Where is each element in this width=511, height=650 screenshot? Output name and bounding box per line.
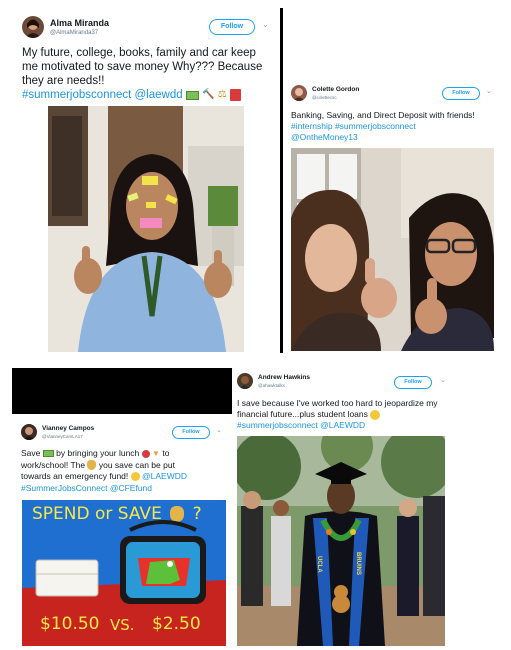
chevron-down-icon[interactable]: ⌄ xyxy=(216,426,222,434)
tweet-body: to xyxy=(162,448,170,458)
follow-button[interactable]: Follow xyxy=(172,426,210,439)
user-name[interactable]: Andrew Hawkins xyxy=(258,374,310,381)
tweet-text: Banking, Saving, and Direct Deposit with… xyxy=(291,110,501,143)
price-left: $10.50 xyxy=(40,614,100,634)
hammer-icon: 🔨 xyxy=(202,89,215,100)
tweet-body: I save because I've worked too hard to j… xyxy=(237,398,438,419)
money-emoji-icon xyxy=(42,450,54,458)
pizza-icon: ▼ xyxy=(152,449,160,458)
black-block xyxy=(12,368,232,414)
chevron-down-icon[interactable]: ⌄ xyxy=(486,87,492,95)
tweet-card-vianney: Vianney Campos @VianneyCamLA17 Follow ⌄ … xyxy=(12,414,234,650)
tweet-body: work/school! The xyxy=(21,459,86,470)
user-name[interactable]: Alma Miranda xyxy=(50,18,109,28)
price-vs: VS. xyxy=(110,616,135,634)
user-handle[interactable]: @VianneyCamLA17 xyxy=(42,434,83,439)
mention-link[interactable]: @LAEWDD xyxy=(142,471,187,481)
tweet-photo[interactable]: SPEND or SAVE ? $10.50 VS. $2.50 xyxy=(22,500,226,646)
avatar[interactable] xyxy=(21,424,37,440)
money-bag-icon xyxy=(87,460,97,471)
tweet-body: Save xyxy=(21,448,41,458)
tweet-text: Save by bringing your lunch ▼ to work/sc… xyxy=(21,448,231,494)
chevron-down-icon[interactable]: ⌄ xyxy=(440,376,446,384)
tweet-photo[interactable] xyxy=(48,106,244,352)
tweet-text: I save because I've worked too hard to j… xyxy=(237,398,449,431)
hashtag-link[interactable]: #internship #summerjobsconnect xyxy=(291,121,416,131)
hashtag-link[interactable]: #summerjobsconnect @LAEWDD xyxy=(237,420,365,430)
follow-button[interactable]: Follow xyxy=(394,376,432,389)
hashtag-link[interactable]: #SummerJobsConnect @CFEfund xyxy=(21,483,152,493)
avatar[interactable] xyxy=(291,85,307,101)
follow-button[interactable]: Follow xyxy=(442,87,480,100)
user-handle[interactable]: @colettecsc xyxy=(312,95,337,100)
apple-icon xyxy=(141,449,150,458)
scales-icon: ⚖ xyxy=(217,89,227,100)
tweet-body: My future, college, books, family and ca… xyxy=(22,47,263,87)
tweet-body: towards an emergency fund! xyxy=(21,471,129,481)
price-right: $2.50 xyxy=(152,614,201,634)
smile-emoji-icon xyxy=(130,472,140,482)
tweet-photo[interactable] xyxy=(291,148,494,351)
tweet-body: by bringing your lunch xyxy=(56,448,140,458)
divider-vertical xyxy=(280,8,283,353)
book-icon xyxy=(229,89,241,101)
stole-text-right: BRUINS xyxy=(355,552,361,576)
user-handle[interactable]: @AlmaMiranda37 xyxy=(50,30,98,36)
smile-emoji-icon xyxy=(370,409,381,420)
hashtag-link[interactable]: #summerjobsconnect @laewdd xyxy=(22,89,183,101)
tweet-text: My future, college, books, family and ca… xyxy=(22,46,274,102)
chevron-down-icon[interactable]: ⌄ xyxy=(262,20,269,29)
user-name[interactable]: Colette Gordon xyxy=(312,86,359,93)
tweet-card-colette: Colette Gordon @colettecsc Follow ⌄ Bank… xyxy=(286,78,504,353)
tweet-body: Banking, Saving, and Direct Deposit with… xyxy=(291,110,475,120)
tweet-card-andrew: Andrew Hawkins @ahawktalks Follow ⌄ I sa… xyxy=(234,366,458,650)
user-name[interactable]: Vianney Campos xyxy=(42,425,94,432)
user-handle[interactable]: @ahawktalks xyxy=(258,383,285,388)
mention-link[interactable]: @OntheMoney13 xyxy=(291,132,358,142)
follow-button[interactable]: Follow xyxy=(209,19,255,35)
stole-text-left: UCLA xyxy=(316,556,322,573)
tweet-card-alma: Alma Miranda @AlmaMiranda37 Follow ⌄ My … xyxy=(12,8,278,353)
tweet-body: you save can be put xyxy=(98,459,175,470)
money-emoji-icon xyxy=(185,90,199,100)
avatar[interactable] xyxy=(237,373,253,389)
tweet-photo[interactable]: UCLA BRUINS xyxy=(237,436,445,646)
avatar[interactable] xyxy=(22,16,44,38)
